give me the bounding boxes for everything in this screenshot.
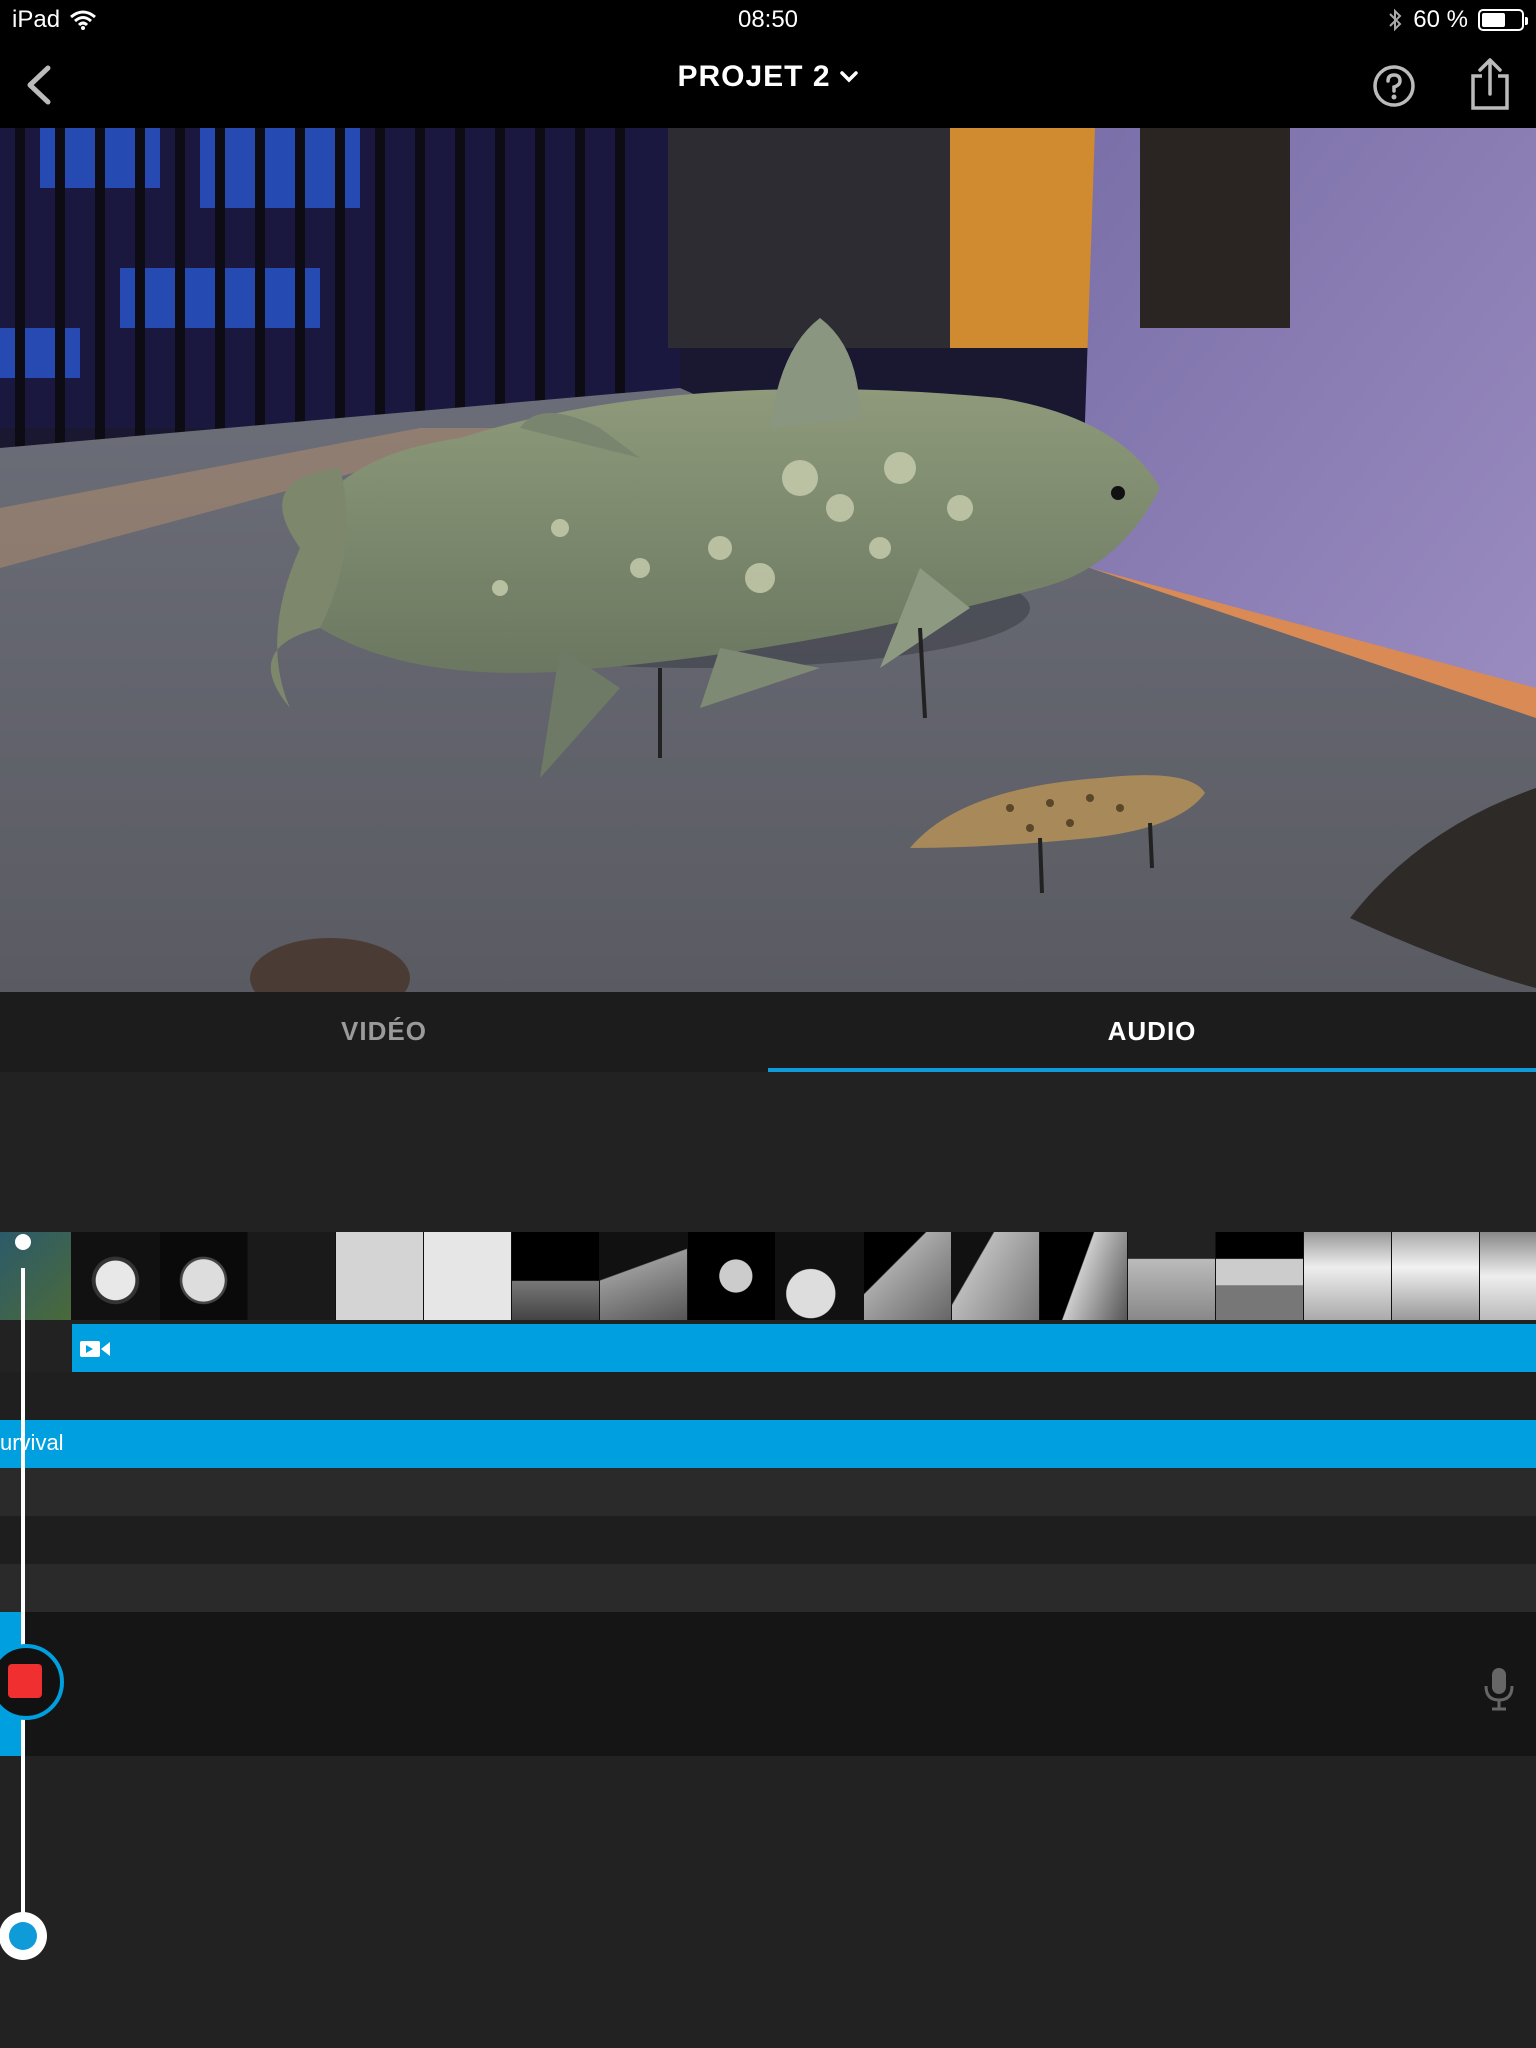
- battery-text: 60 %: [1413, 6, 1468, 33]
- status-bar: iPad 08:50 60 %: [0, 0, 1536, 42]
- editor-tabs: VIDÉO AUDIO: [0, 992, 1536, 1072]
- battery-level-fill: [1482, 13, 1505, 27]
- thumbnail: [1040, 1232, 1128, 1320]
- music-track[interactable]: urvival: [0, 1420, 1536, 1468]
- tab-audio[interactable]: AUDIO: [768, 992, 1536, 1072]
- thumbnail: [952, 1232, 1040, 1320]
- thumbnail: [600, 1232, 688, 1320]
- track-lane: [0, 1564, 1536, 1612]
- stop-record-icon: [8, 1664, 42, 1698]
- project-title-button[interactable]: PROJET 2: [677, 60, 858, 94]
- back-chevron-icon: [27, 65, 51, 105]
- track-lane: [0, 1468, 1536, 1516]
- music-track-label: urvival: [0, 1430, 64, 1455]
- project-title: PROJET 2: [677, 60, 831, 93]
- playhead-scrub-handle[interactable]: [0, 1912, 47, 1960]
- audio-timeline[interactable]: urvival: [0, 1072, 1536, 2048]
- preview-frame-image: [0, 128, 1536, 992]
- video-filmstrip[interactable]: [0, 1232, 1536, 1320]
- thumbnail: [336, 1232, 424, 1320]
- help-icon: [1373, 65, 1415, 107]
- thumbnail: [1480, 1232, 1536, 1320]
- voiceover-track[interactable]: [0, 1612, 1536, 1756]
- scrub-handle-dot: [9, 1922, 37, 1950]
- tab-video[interactable]: VIDÉO: [0, 992, 768, 1072]
- nav-bar: PROJET 2: [0, 42, 1536, 128]
- video-preview[interactable]: [0, 128, 1536, 992]
- playhead[interactable]: [21, 1268, 25, 1958]
- title-wrapper: PROJET 2: [0, 60, 1536, 94]
- thumbnail: [864, 1232, 952, 1320]
- share-button[interactable]: [1465, 56, 1515, 112]
- thumbnail: [688, 1232, 776, 1320]
- video-camera-icon: [80, 1341, 110, 1357]
- video-clip-track[interactable]: [72, 1324, 1536, 1372]
- track-lane: [0, 1372, 1536, 1420]
- back-button[interactable]: [18, 62, 62, 108]
- thumbnail: [1304, 1232, 1392, 1320]
- thumbnail: [424, 1232, 512, 1320]
- clock: 08:50: [737, 6, 799, 33]
- microphone-icon[interactable]: [1482, 1666, 1516, 1712]
- help-button[interactable]: [1370, 62, 1418, 110]
- bluetooth-icon: [1389, 8, 1402, 32]
- playhead-top-dot: [15, 1234, 31, 1250]
- thumbnail: [248, 1232, 336, 1320]
- status-right: 60 %: [1387, 6, 1528, 34]
- track-lane: [0, 1516, 1536, 1564]
- share-icon: [1471, 58, 1509, 110]
- thumbnail: [1216, 1232, 1304, 1320]
- chevron-down-icon: [839, 71, 858, 83]
- thumbnail: [0, 1232, 72, 1320]
- thumbnail: [512, 1232, 600, 1320]
- thumbnail: [776, 1232, 864, 1320]
- thumbnail: [72, 1232, 160, 1320]
- thumbnail: [1392, 1232, 1480, 1320]
- battery-icon: [1478, 9, 1528, 31]
- thumbnail: [160, 1232, 248, 1320]
- thumbnail: [1128, 1232, 1216, 1320]
